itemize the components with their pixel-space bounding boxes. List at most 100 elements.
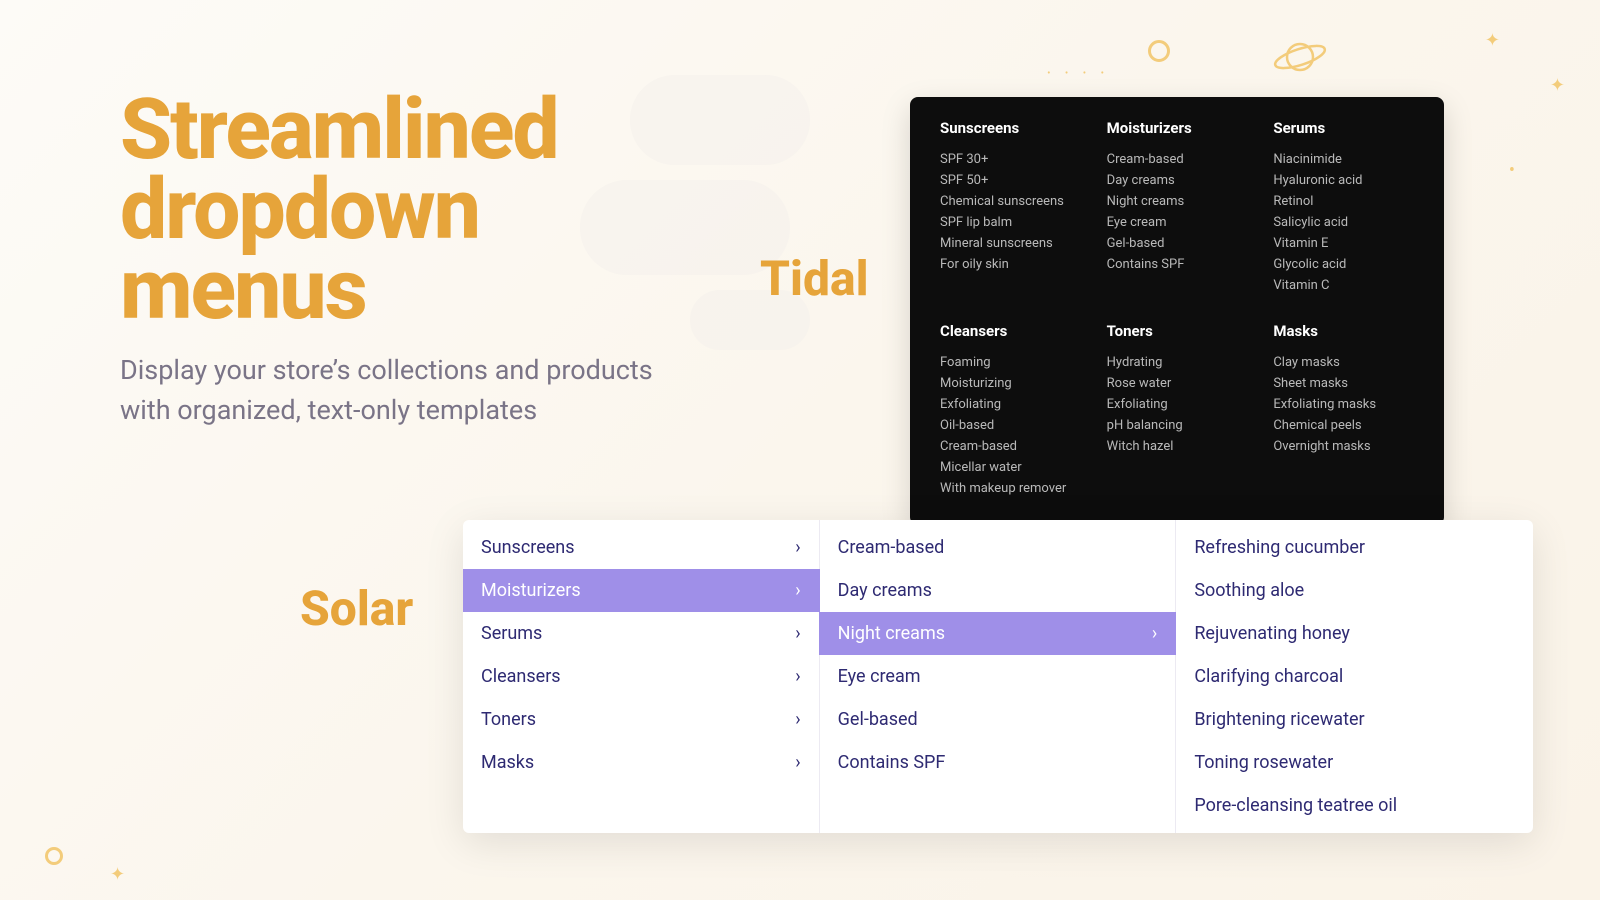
solar-menu-item[interactable]: Soothing aloe bbox=[1176, 569, 1533, 612]
sparkle-icon: • bbox=[1509, 160, 1515, 181]
tidal-menu-item[interactable]: Gel-based bbox=[1107, 233, 1248, 254]
tidal-column: Moisturizers Cream-basedDay creamsNight c… bbox=[1107, 119, 1248, 296]
tidal-column-title[interactable]: Toners bbox=[1107, 322, 1248, 340]
tidal-menu-item[interactable]: Contains SPF bbox=[1107, 254, 1248, 275]
solar-item-label: Eye cream bbox=[838, 666, 921, 687]
tidal-menu-item[interactable]: Rose water bbox=[1107, 373, 1248, 394]
tidal-column-list: HydratingRose waterExfoliatingpH balanci… bbox=[1107, 352, 1248, 457]
solar-item-label: Toning rosewater bbox=[1194, 752, 1333, 773]
tidal-column: Sunscreens SPF 30+SPF 50+Chemical sunscre… bbox=[940, 119, 1081, 296]
solar-item-label: Day creams bbox=[838, 580, 932, 601]
tidal-menu-item[interactable]: Oil-based bbox=[940, 415, 1081, 436]
tidal-menu-item[interactable]: Sheet masks bbox=[1273, 373, 1414, 394]
chevron-right-icon: › bbox=[1152, 625, 1157, 643]
tidal-column-title[interactable]: Sunscreens bbox=[940, 119, 1081, 137]
solar-level1-pane: Sunscreens›Moisturizers›Serums›Cleansers… bbox=[463, 520, 820, 833]
solar-menu-item[interactable]: Brightening ricewater bbox=[1176, 698, 1533, 741]
solar-item-label: Toners bbox=[481, 709, 536, 730]
solar-item-label: Refreshing cucumber bbox=[1194, 537, 1365, 558]
tidal-menu-item[interactable]: SPF 30+ bbox=[940, 149, 1081, 170]
tidal-column-title[interactable]: Serums bbox=[1273, 119, 1414, 137]
tidal-menu-item[interactable]: Glycolic acid bbox=[1273, 254, 1414, 275]
tidal-column-title[interactable]: Cleansers bbox=[940, 322, 1081, 340]
tidal-column-title[interactable]: Moisturizers bbox=[1107, 119, 1248, 137]
tidal-menu-item[interactable]: Night creams bbox=[1107, 191, 1248, 212]
sparkle-icon: ✦ bbox=[1485, 30, 1500, 51]
solar-menu-item[interactable]: Gel-based bbox=[820, 698, 1176, 741]
solar-menu-item[interactable]: Refreshing cucumber bbox=[1176, 526, 1533, 569]
tidal-menu-item[interactable]: Vitamin C bbox=[1273, 275, 1414, 296]
tidal-menu-item[interactable]: Moisturizing bbox=[940, 373, 1081, 394]
page-subtitle: Display your store’s collections and pro… bbox=[120, 351, 680, 429]
solar-menu-item[interactable]: Cleansers› bbox=[463, 655, 819, 698]
solar-menu-item[interactable]: Masks› bbox=[463, 741, 819, 784]
tidal-menu: Sunscreens SPF 30+SPF 50+Chemical sunscre… bbox=[910, 97, 1444, 525]
solar-menu-item[interactable]: Eye cream bbox=[820, 655, 1176, 698]
tidal-menu-item[interactable]: Vitamin E bbox=[1273, 233, 1414, 254]
solar-item-label: Masks bbox=[481, 752, 534, 773]
tidal-column: Cleansers FoamingMoisturizingExfoliatingO… bbox=[940, 318, 1081, 499]
tidal-column-list: Cream-basedDay creamsNight creamsEye cre… bbox=[1107, 149, 1248, 275]
tidal-column: Masks Clay masksSheet masksExfoliating ma… bbox=[1273, 318, 1414, 499]
solar-item-label: Rejuvenating honey bbox=[1194, 623, 1350, 644]
solar-item-label: Cream-based bbox=[838, 537, 945, 558]
sparkle-icon: ✦ bbox=[1550, 75, 1565, 96]
solar-menu-item[interactable]: Clarifying charcoal bbox=[1176, 655, 1533, 698]
tidal-menu-item[interactable]: Chemical sunscreens bbox=[940, 191, 1081, 212]
tidal-menu-item[interactable]: SPF 50+ bbox=[940, 170, 1081, 191]
tidal-menu-item[interactable]: Hydrating bbox=[1107, 352, 1248, 373]
hero-section: Streamlined dropdown menus Display your … bbox=[120, 90, 680, 430]
solar-menu-item[interactable]: Contains SPF bbox=[820, 741, 1176, 784]
tidal-menu-item[interactable]: Cream-based bbox=[1107, 149, 1248, 170]
tidal-menu-item[interactable]: SPF lip balm bbox=[940, 212, 1081, 233]
tidal-menu-item[interactable]: Foaming bbox=[940, 352, 1081, 373]
tidal-menu-item[interactable]: Hyaluronic acid bbox=[1273, 170, 1414, 191]
tidal-menu-item[interactable]: With makeup remover bbox=[940, 478, 1081, 499]
tidal-column-list: Clay masksSheet masksExfoliating masksCh… bbox=[1273, 352, 1414, 457]
solar-item-label: Cleansers bbox=[481, 666, 561, 687]
tidal-column-list: FoamingMoisturizingExfoliatingOil-basedC… bbox=[940, 352, 1081, 499]
dots-icon: • • • • bbox=[1047, 68, 1110, 79]
tidal-column-list: SPF 30+SPF 50+Chemical sunscreensSPF lip… bbox=[940, 149, 1081, 275]
solar-menu: Sunscreens›Moisturizers›Serums›Cleansers… bbox=[463, 520, 1533, 833]
solar-level2-pane: Cream-based Day creams Night creams› Eye cr… bbox=[820, 520, 1177, 833]
tidal-menu-item[interactable]: Day creams bbox=[1107, 170, 1248, 191]
tidal-menu-item[interactable]: Micellar water bbox=[940, 457, 1081, 478]
tidal-column-title[interactable]: Masks bbox=[1273, 322, 1414, 340]
tidal-menu-item[interactable]: Salicylic acid bbox=[1273, 212, 1414, 233]
solar-menu-item[interactable]: Rejuvenating honey bbox=[1176, 612, 1533, 655]
solar-menu-item[interactable]: Toning rosewater bbox=[1176, 741, 1533, 784]
tidal-menu-item[interactable]: Mineral sunscreens bbox=[940, 233, 1081, 254]
solar-item-label: Sunscreens bbox=[481, 537, 575, 558]
solar-menu-item[interactable]: Toners› bbox=[463, 698, 819, 741]
tidal-menu-item[interactable]: Cream-based bbox=[940, 436, 1081, 457]
solar-item-label: Pore-cleansing teatree oil bbox=[1194, 795, 1397, 816]
solar-item-label: Contains SPF bbox=[838, 752, 946, 773]
solar-item-label: Moisturizers bbox=[481, 580, 581, 601]
solar-menu-item[interactable]: Cream-based bbox=[820, 526, 1176, 569]
tidal-menu-item[interactable]: Witch hazel bbox=[1107, 436, 1248, 457]
solar-menu-item[interactable]: Pore-cleansing teatree oil bbox=[1176, 784, 1533, 827]
circle-icon bbox=[1148, 40, 1170, 62]
tidal-menu-item[interactable]: Exfoliating bbox=[940, 394, 1081, 415]
solar-menu-item[interactable]: Serums› bbox=[463, 612, 819, 655]
tidal-menu-item[interactable]: Clay masks bbox=[1273, 352, 1414, 373]
tidal-menu-item[interactable]: Chemical peels bbox=[1273, 415, 1414, 436]
chevron-right-icon: › bbox=[795, 582, 800, 600]
tidal-menu-item[interactable]: Retinol bbox=[1273, 191, 1414, 212]
solar-menu-item[interactable]: Day creams bbox=[820, 569, 1176, 612]
tidal-menu-item[interactable]: pH balancing bbox=[1107, 415, 1248, 436]
solar-menu-item[interactable]: Night creams› bbox=[819, 612, 1177, 655]
circle-icon bbox=[45, 847, 63, 865]
solar-menu-item[interactable]: Sunscreens › bbox=[463, 526, 819, 569]
tidal-menu-item[interactable]: Exfoliating bbox=[1107, 394, 1248, 415]
solar-menu-item[interactable]: Moisturizers › bbox=[463, 569, 820, 612]
tidal-menu-item[interactable]: Eye cream bbox=[1107, 212, 1248, 233]
chevron-right-icon: › bbox=[795, 539, 800, 557]
tidal-menu-item[interactable]: Exfoliating masks bbox=[1273, 394, 1414, 415]
tidal-menu-item[interactable]: For oily skin bbox=[940, 254, 1081, 275]
tidal-menu-item[interactable]: Niacinimide bbox=[1273, 149, 1414, 170]
tidal-menu-item[interactable]: Overnight masks bbox=[1273, 436, 1414, 457]
tidal-column: Toners HydratingRose waterExfoliatingpH b… bbox=[1107, 318, 1248, 499]
solar-item-label: Gel-based bbox=[838, 709, 918, 730]
